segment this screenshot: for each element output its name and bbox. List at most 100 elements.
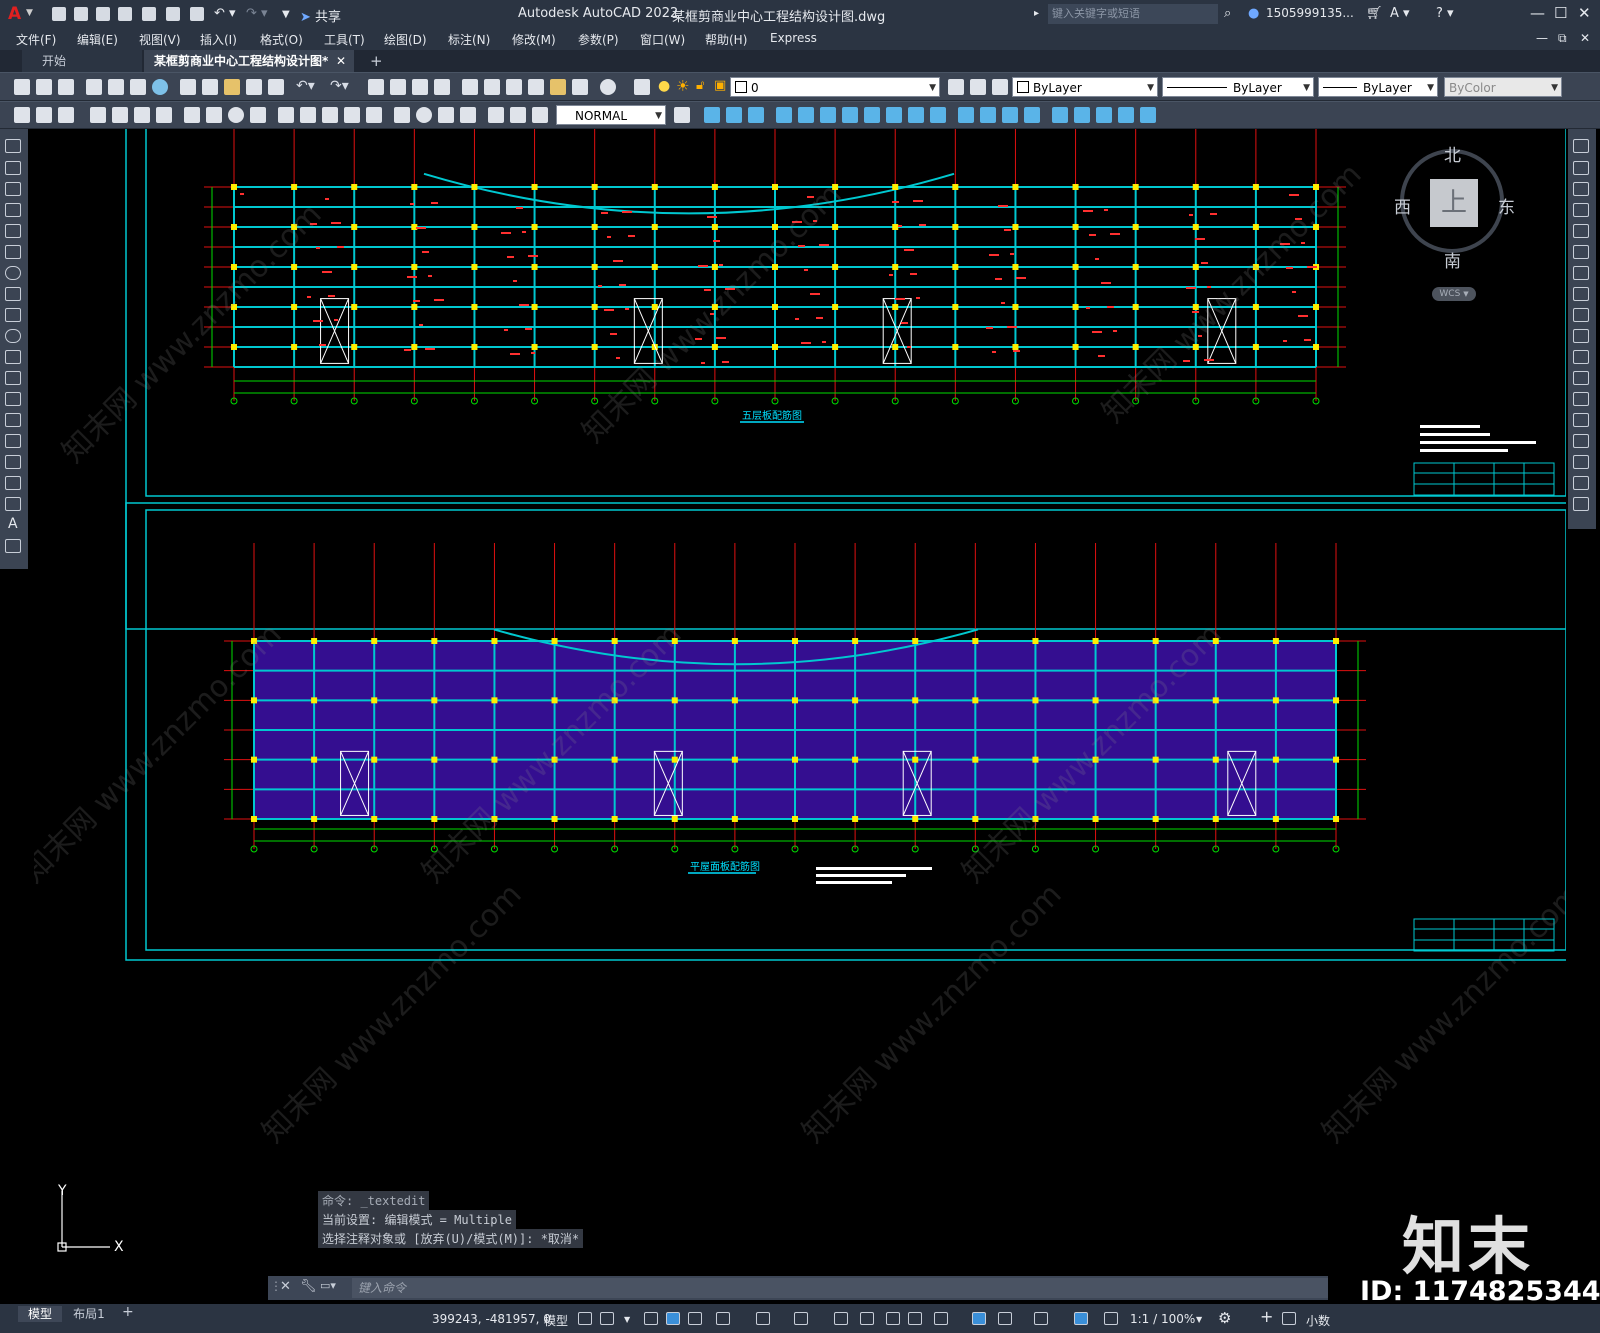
dim-edit-icon[interactable] — [488, 107, 504, 123]
undo-icon[interactable]: ↶ ▾ — [214, 6, 236, 21]
polyline-icon[interactable] — [5, 182, 21, 196]
dim-break-icon[interactable] — [366, 107, 382, 123]
open-web-icon[interactable] — [142, 7, 156, 21]
inspection-icon[interactable] — [438, 107, 454, 123]
construction-line-icon[interactable] — [5, 161, 21, 175]
units-value[interactable]: 小数 — [1306, 1312, 1330, 1329]
ungroup-icon[interactable] — [1140, 107, 1156, 123]
command-close-icon[interactable]: ✕ — [280, 1279, 291, 1294]
lineweight-icon[interactable] — [834, 1312, 848, 1325]
object-snap-icon[interactable] — [794, 1312, 808, 1325]
layout-tab-model[interactable]: 模型 — [18, 1306, 62, 1322]
join-side-icon[interactable] — [1573, 413, 1589, 427]
isodraft-icon[interactable] — [716, 1312, 730, 1325]
plot-icon[interactable] — [190, 7, 204, 21]
insert-block-icon[interactable] — [5, 371, 21, 385]
rectangle-icon[interactable] — [5, 224, 21, 238]
mirror-icon[interactable] — [776, 107, 792, 123]
snap-icon[interactable] — [600, 1312, 614, 1325]
chamfer-icon[interactable] — [930, 107, 946, 123]
diameter-dim-icon[interactable] — [228, 107, 244, 123]
array-side-icon[interactable] — [1573, 224, 1589, 238]
menu-draw[interactable]: 绘图(D) — [384, 31, 427, 48]
share-button[interactable]: ➤ 共享 — [300, 6, 341, 25]
design-center-icon[interactable] — [484, 79, 500, 95]
undo-tb-icon[interactable]: ↶▾ — [296, 78, 315, 94]
fillet-icon[interactable] — [958, 107, 974, 123]
ordinate-dim-icon[interactable] — [156, 107, 172, 123]
zoom-window-icon[interactable] — [412, 79, 428, 95]
match-properties-icon[interactable] — [246, 79, 262, 95]
arc-length-icon[interactable] — [134, 107, 150, 123]
break-icon[interactable] — [886, 107, 902, 123]
workspace-gear-icon[interactable]: ⚙ — [1218, 1309, 1231, 1327]
ortho-icon[interactable] — [666, 1312, 680, 1325]
lineweight-dropdown[interactable]: ByLayer ▼ — [1318, 77, 1438, 97]
menu-edit[interactable]: 编辑(E) — [77, 31, 118, 48]
new-icon[interactable] — [52, 7, 66, 21]
radius-dim-icon[interactable] — [184, 107, 200, 123]
layer-plot-icon[interactable]: ▣ — [714, 78, 726, 93]
tab-drawing[interactable]: 某框剪商业中心工程结构设计图* ✕ — [144, 50, 354, 72]
add-icon[interactable]: + — [1260, 1307, 1273, 1326]
hatch-icon[interactable] — [5, 434, 21, 448]
lengthen-icon[interactable] — [1074, 107, 1090, 123]
redo-tb-icon[interactable]: ↷▾ — [330, 78, 349, 94]
arc-icon[interactable] — [5, 245, 21, 259]
add-layout-icon[interactable]: + — [122, 1304, 134, 1320]
print-icon[interactable] — [86, 79, 102, 95]
revision-cloud-icon[interactable] — [5, 287, 21, 301]
stretch-icon[interactable] — [748, 107, 764, 123]
chevron-down-icon[interactable]: ▼ — [1196, 1315, 1202, 1324]
move-icon[interactable] — [704, 107, 720, 123]
rotate-side-icon[interactable] — [1573, 266, 1589, 280]
compass-west[interactable]: 西 — [1394, 193, 1411, 218]
save-web-icon[interactable] — [166, 7, 180, 21]
menu-insert[interactable]: 插入(I) — [200, 31, 237, 48]
chevron-down-icon[interactable]: ▼ — [624, 1315, 630, 1324]
angular-dim-icon[interactable] — [250, 107, 266, 123]
ellipse-icon[interactable] — [5, 329, 21, 343]
cut-icon[interactable] — [180, 79, 196, 95]
explode-icon[interactable] — [980, 107, 996, 123]
save-as-icon[interactable] — [118, 7, 132, 21]
viewcube[interactable]: 上 北 南 西 东 WCS ▼ — [1394, 141, 1516, 311]
tab-close-icon[interactable]: ✕ — [336, 50, 346, 72]
autocad-logo-icon[interactable]: A — [8, 4, 21, 24]
menu-dimension[interactable]: 标注(N) — [448, 31, 490, 48]
save-file-icon[interactable] — [58, 79, 74, 95]
annotation-scale-value[interactable]: 1:1 / 100% — [1130, 1312, 1195, 1326]
join-icon[interactable] — [908, 107, 924, 123]
open-icon[interactable] — [74, 7, 88, 21]
point-icon[interactable] — [5, 413, 21, 427]
drawing-canvas[interactable]: 五层板配筋图 平屋面板配筋图 X Y 上 北 南 西 东 WCS ▼ 知末网 w… — [34, 129, 1566, 1304]
menu-modify[interactable]: 修改(M) — [512, 31, 556, 48]
circle-icon[interactable] — [5, 266, 21, 280]
open-file-icon[interactable] — [36, 79, 52, 95]
menu-express[interactable]: Express — [770, 31, 817, 45]
erase-side-icon[interactable] — [1573, 139, 1589, 153]
extend-icon[interactable] — [864, 107, 880, 123]
properties-icon[interactable] — [462, 79, 478, 95]
tool-a-icon[interactable] — [14, 107, 30, 123]
jogged-dim-icon[interactable] — [206, 107, 222, 123]
dimstyle-dropdown[interactable]: NORMAL ▼ — [556, 105, 666, 125]
close-button[interactable]: ✕ — [1578, 4, 1591, 22]
tool-b-icon[interactable] — [36, 107, 52, 123]
tolerance-icon[interactable] — [394, 107, 410, 123]
selection-cycling-icon[interactable] — [886, 1312, 900, 1325]
layer-properties-icon[interactable] — [634, 79, 650, 95]
polar-tracking-icon[interactable] — [688, 1312, 702, 1325]
doc-minimize-button[interactable]: — — [1536, 31, 1548, 45]
save-icon[interactable] — [96, 7, 110, 21]
line-icon[interactable] — [5, 139, 21, 153]
3d-osnap-icon[interactable] — [908, 1312, 922, 1325]
dim-text-edit-icon[interactable] — [510, 107, 526, 123]
object-snap-tracking-icon[interactable] — [756, 1312, 770, 1325]
customize-qat-icon[interactable]: ▼ — [282, 9, 290, 20]
chamfer-side-icon[interactable] — [1573, 434, 1589, 448]
layer-state-icon[interactable] — [992, 79, 1008, 95]
command-recent-icon[interactable]: ▭▾ — [320, 1279, 336, 1292]
layout-tab-layout1[interactable]: 布局1 — [66, 1306, 112, 1322]
mirror-side-icon[interactable] — [1573, 182, 1589, 196]
